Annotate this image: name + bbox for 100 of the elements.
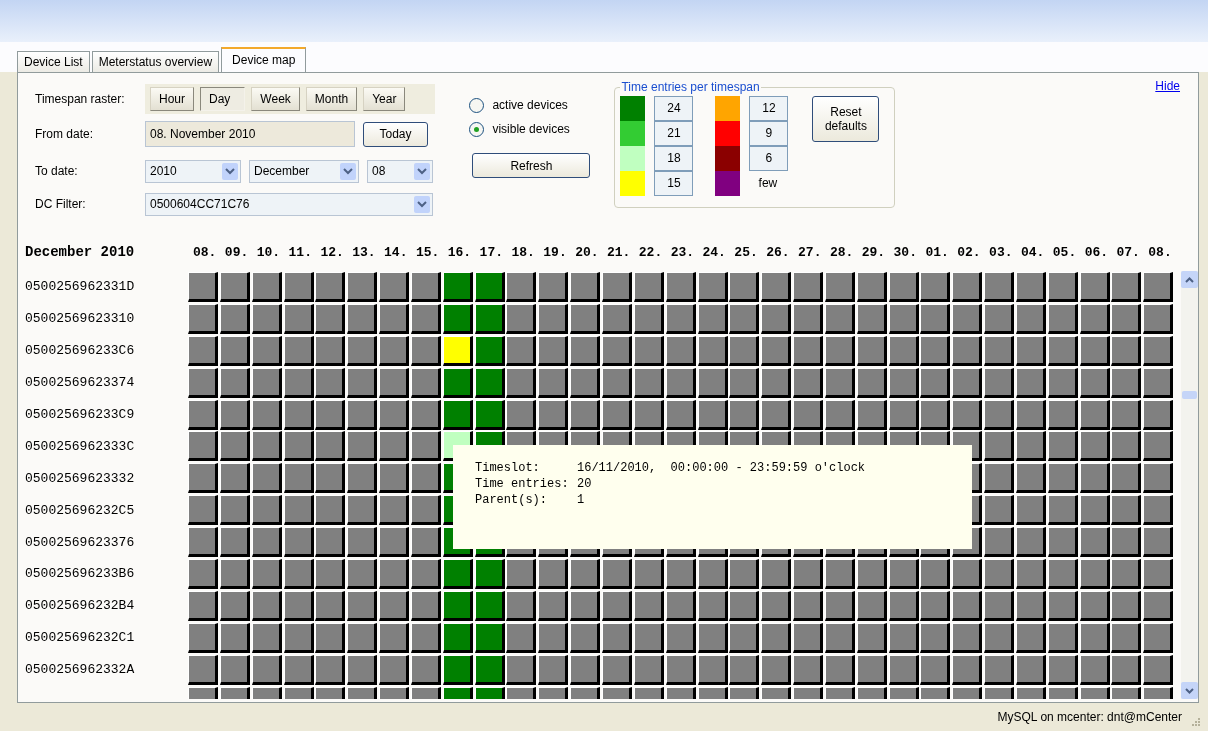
timeslot-cell[interactable] xyxy=(729,590,760,621)
raster-button[interactable]: Hour xyxy=(150,86,194,111)
threshold-field[interactable]: 15 xyxy=(654,171,694,196)
timeslot-cell[interactable] xyxy=(1111,558,1142,589)
timeslot-cell[interactable] xyxy=(347,367,378,398)
timeslot-cell[interactable] xyxy=(793,271,824,302)
timeslot-cell[interactable] xyxy=(442,622,473,653)
timeslot-cell[interactable] xyxy=(219,399,250,430)
timeslot-cell[interactable] xyxy=(729,303,760,334)
timeslot-cell[interactable] xyxy=(1047,527,1078,558)
timeslot-cell[interactable] xyxy=(952,271,983,302)
timeslot-cell[interactable] xyxy=(1047,303,1078,334)
timeslot-cell[interactable] xyxy=(283,654,314,685)
color-swatch[interactable] xyxy=(715,171,741,196)
timeslot-cell[interactable] xyxy=(538,399,569,430)
timeslot-cell[interactable] xyxy=(506,335,537,366)
timeslot-cell[interactable] xyxy=(729,399,760,430)
timeslot-cell[interactable] xyxy=(1047,622,1078,653)
timeslot-cell[interactable] xyxy=(1047,495,1078,526)
timeslot-cell[interactable] xyxy=(920,558,951,589)
timeslot-cell[interactable] xyxy=(824,271,855,302)
timeslot-cell[interactable] xyxy=(1143,271,1174,302)
timeslot-cell[interactable] xyxy=(410,431,441,462)
timeslot-cell[interactable] xyxy=(1047,335,1078,366)
timeslot-cell[interactable] xyxy=(984,271,1015,302)
timeslot-cell[interactable] xyxy=(761,271,792,302)
timeslot-cell[interactable] xyxy=(888,622,919,653)
timeslot-cell[interactable] xyxy=(506,303,537,334)
timeslot-cell[interactable] xyxy=(633,271,664,302)
timeslot-cell[interactable] xyxy=(474,303,505,334)
timeslot-cell[interactable] xyxy=(1047,431,1078,462)
timeslot-cell[interactable] xyxy=(793,654,824,685)
timeslot-cell[interactable] xyxy=(984,495,1015,526)
timeslot-cell[interactable] xyxy=(315,399,346,430)
timeslot-cell[interactable] xyxy=(729,654,760,685)
timeslot-cell[interactable] xyxy=(474,558,505,589)
timeslot-cell[interactable] xyxy=(347,399,378,430)
timeslot-cell[interactable] xyxy=(283,367,314,398)
timeslot-cell[interactable] xyxy=(219,527,250,558)
timeslot-cell[interactable] xyxy=(283,463,314,494)
timeslot-cell[interactable] xyxy=(379,527,410,558)
timeslot-cell[interactable] xyxy=(920,303,951,334)
day-dropdown[interactable]: 08 xyxy=(367,159,433,183)
timeslot-cell[interactable] xyxy=(251,431,282,462)
timeslot-cell[interactable] xyxy=(1015,399,1046,430)
timeslot-cell[interactable] xyxy=(315,271,346,302)
timeslot-cell[interactable] xyxy=(793,399,824,430)
timeslot-cell[interactable] xyxy=(474,335,505,366)
timeslot-cell[interactable] xyxy=(442,590,473,621)
timeslot-cell[interactable] xyxy=(824,367,855,398)
timeslot-cell[interactable] xyxy=(1047,399,1078,430)
timeslot-cell[interactable] xyxy=(984,463,1015,494)
timeslot-cell[interactable] xyxy=(570,654,601,685)
raster-button[interactable]: Year xyxy=(363,86,406,111)
timeslot-cell[interactable] xyxy=(1143,399,1174,430)
timeslot-cell[interactable] xyxy=(633,558,664,589)
timeslot-cell[interactable] xyxy=(984,527,1015,558)
timeslot-cell[interactable] xyxy=(379,463,410,494)
radio-button[interactable] xyxy=(469,97,485,113)
timeslot-cell[interactable] xyxy=(633,590,664,621)
timeslot-cell[interactable] xyxy=(251,303,282,334)
timeslot-cell[interactable] xyxy=(379,590,410,621)
timeslot-cell[interactable] xyxy=(920,622,951,653)
timeslot-cell[interactable] xyxy=(347,527,378,558)
timeslot-cell[interactable] xyxy=(1143,590,1174,621)
timeslot-cell[interactable] xyxy=(633,303,664,334)
timeslot-cell[interactable] xyxy=(601,590,632,621)
color-swatch[interactable] xyxy=(715,121,741,146)
timeslot-cell[interactable] xyxy=(856,303,887,334)
timeslot-cell[interactable] xyxy=(1143,431,1174,462)
timeslot-cell[interactable] xyxy=(379,399,410,430)
timeslot-cell[interactable] xyxy=(410,271,441,302)
timeslot-cell[interactable] xyxy=(601,622,632,653)
timeslot-cell[interactable] xyxy=(1111,654,1142,685)
threshold-field[interactable]: 9 xyxy=(749,121,789,146)
timeslot-cell[interactable] xyxy=(442,367,473,398)
timeslot-cell[interactable] xyxy=(283,590,314,621)
timeslot-cell[interactable] xyxy=(793,558,824,589)
timeslot-cell[interactable] xyxy=(315,527,346,558)
timeslot-cell[interactable] xyxy=(347,303,378,334)
color-swatch[interactable] xyxy=(620,146,646,171)
timeslot-cell[interactable] xyxy=(1047,271,1078,302)
timeslot-cell[interactable] xyxy=(538,558,569,589)
timeslot-cell[interactable] xyxy=(410,367,441,398)
timeslot-cell[interactable] xyxy=(793,590,824,621)
timeslot-cell[interactable] xyxy=(697,399,728,430)
timeslot-cell[interactable] xyxy=(251,622,282,653)
timeslot-cell[interactable] xyxy=(315,590,346,621)
timeslot-cell[interactable] xyxy=(1111,431,1142,462)
timeslot-cell[interactable] xyxy=(251,335,282,366)
timeslot-cell[interactable] xyxy=(410,590,441,621)
timeslot-cell[interactable] xyxy=(379,335,410,366)
timeslot-cell[interactable] xyxy=(474,590,505,621)
timeslot-cell[interactable] xyxy=(697,335,728,366)
timeslot-cell[interactable] xyxy=(442,271,473,302)
timeslot-cell[interactable] xyxy=(761,335,792,366)
timeslot-cell[interactable] xyxy=(1015,622,1046,653)
timeslot-cell[interactable] xyxy=(1079,527,1110,558)
timeslot-cell[interactable] xyxy=(633,399,664,430)
timeslot-cell[interactable] xyxy=(601,558,632,589)
